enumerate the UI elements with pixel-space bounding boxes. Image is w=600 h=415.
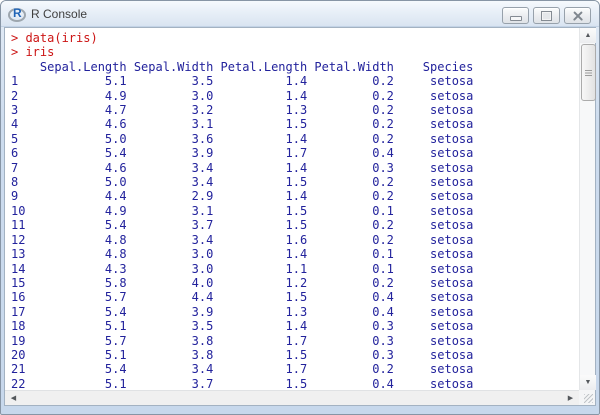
horizontal-scrollbar[interactable]: ◀ ▶	[5, 390, 579, 405]
console-client-area: > data(iris) > iris Sepal.Length Sepal.W…	[4, 27, 596, 406]
console-output[interactable]: > data(iris) > iris Sepal.Length Sepal.W…	[5, 28, 579, 390]
scroll-up-arrow-icon[interactable]: ▲	[580, 28, 596, 43]
scroll-left-arrow-icon[interactable]: ◀	[6, 391, 21, 405]
window-title: R Console	[31, 6, 88, 21]
r-logo-letter: R	[13, 6, 22, 20]
scrollbar-grip-icon	[585, 69, 592, 76]
resize-corner[interactable]	[579, 390, 595, 405]
restore-icon	[541, 10, 552, 21]
resize-grip-icon	[584, 394, 593, 403]
scroll-down-arrow-icon[interactable]: ▼	[580, 375, 596, 390]
r-logo-icon: R	[8, 6, 26, 22]
r-console-window: R R Console > data(iris) > iris Sepal.Le…	[0, 0, 600, 415]
minimize-button[interactable]	[502, 7, 529, 24]
restore-button[interactable]	[533, 7, 560, 24]
minimize-icon	[509, 16, 522, 21]
window-controls	[498, 7, 591, 24]
vertical-scrollbar[interactable]: ▲ ▼	[579, 28, 596, 390]
close-button[interactable]	[564, 7, 591, 24]
close-icon	[572, 10, 584, 21]
titlebar[interactable]: R R Console	[1, 1, 599, 27]
scroll-right-arrow-icon[interactable]: ▶	[563, 391, 578, 405]
vertical-scrollbar-thumb[interactable]	[581, 44, 596, 101]
